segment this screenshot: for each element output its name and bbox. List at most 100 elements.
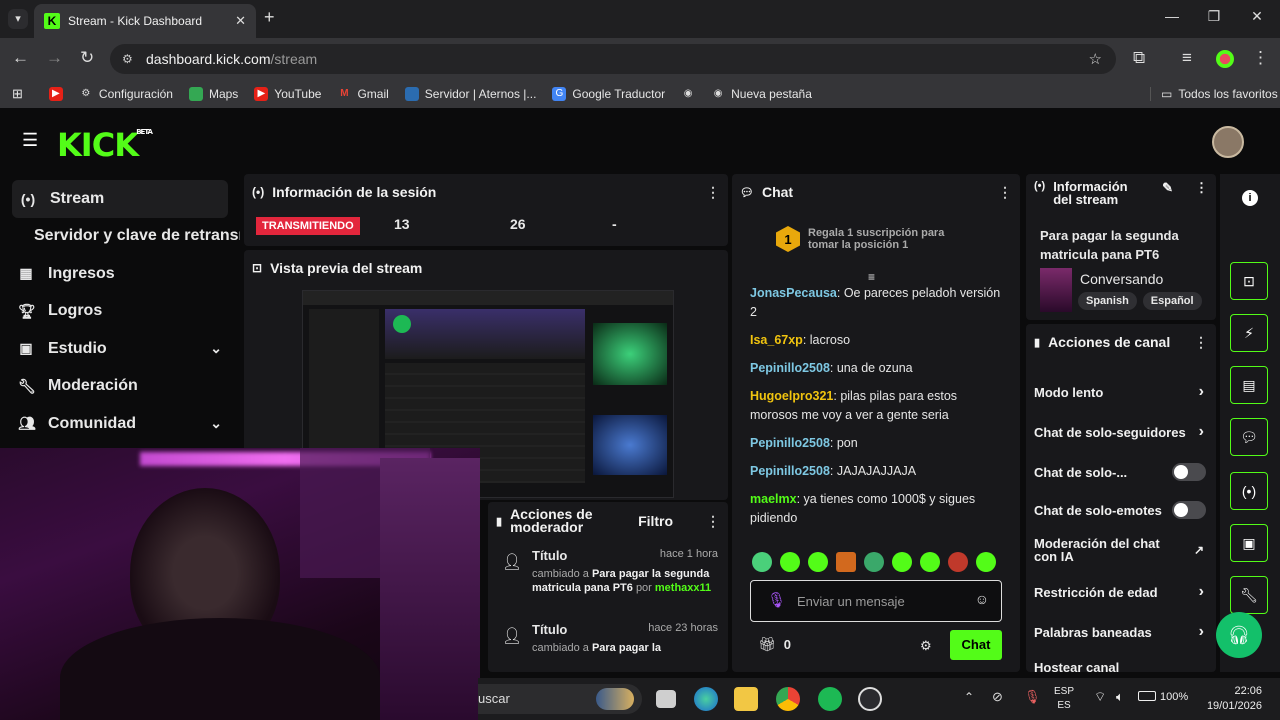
channel-action-banned-words[interactable]: Palabras baneadas › (1026, 612, 1216, 652)
forward-icon[interactable]: → (46, 48, 63, 68)
file-explorer-icon[interactable] (734, 687, 758, 711)
emote-icon[interactable] (808, 552, 828, 572)
channel-action-age-restriction[interactable]: Restricción de edad › (1026, 572, 1216, 612)
address-bar[interactable]: ⚙ dashboard.kick.com/stream ☆ (110, 44, 1116, 74)
emote-icon[interactable] (836, 552, 856, 572)
lightning-icon[interactable]: ⚡︎ (1230, 314, 1268, 352)
bookmark-globe[interactable]: ◉ (681, 87, 695, 101)
bookmark-aternos[interactable]: Servidor | Aternos |... (404, 87, 536, 101)
sidebar-item-logros[interactable]: 🏆︎ Logros (0, 293, 240, 331)
gift-sub-banner[interactable]: 1 Regala 1 suscripción para tomar la pos… (776, 226, 958, 252)
kebab-menu-icon[interactable]: ⋮ (1194, 334, 1208, 351)
support-headset-icon[interactable]: 🎧︎ (1216, 612, 1262, 658)
notes-icon[interactable]: ▤ (1230, 366, 1268, 404)
channel-action-slow-mode[interactable]: Modo lento › (1026, 372, 1216, 412)
hamburger-menu-icon[interactable]: ☰ (22, 130, 38, 151)
language-indicator[interactable]: ESP ES (1054, 685, 1074, 713)
kebab-menu-icon[interactable]: ⋮ (1195, 180, 1208, 196)
new-tab-button[interactable]: + (264, 7, 275, 28)
screenshot-icon[interactable]: ⊡ (1230, 262, 1268, 300)
chat-input[interactable]: 🎙︎ Enviar un mensaje ☺ (750, 580, 1002, 622)
microphone-icon[interactable]: 🎙︎ (767, 591, 786, 609)
emote-icon[interactable] (976, 552, 996, 572)
minimize-icon[interactable]: — (1157, 8, 1187, 24)
battery-icon[interactable] (1138, 691, 1156, 701)
obs-icon[interactable] (858, 687, 882, 711)
tag-pill[interactable]: Español (1142, 292, 1202, 310)
sidebar-item-stream[interactable]: (•) Stream (12, 180, 228, 218)
emote-icon[interactable] (948, 552, 968, 572)
task-view-icon[interactable] (656, 690, 676, 708)
tray-network-off-icon[interactable]: ⊘ (992, 689, 1003, 705)
all-favorites[interactable]: ▭ Todos los favoritos (1150, 87, 1278, 101)
site-info-icon[interactable]: ⚙ (122, 52, 133, 66)
gift-icon[interactable]: 🎁︎ (758, 636, 776, 653)
menu-dots-icon[interactable]: ⋮ (1252, 48, 1269, 68)
chrome-icon[interactable] (776, 687, 800, 711)
emote-icon[interactable] (892, 552, 912, 572)
bookmark-star-icon[interactable]: ☆ (1089, 50, 1102, 68)
kebab-menu-icon[interactable]: ⋮ (706, 184, 720, 201)
emote-icon[interactable] (864, 552, 884, 572)
browser-tab[interactable]: K Stream - Kick Dashboard ✕ (34, 4, 256, 38)
edit-pencil-icon[interactable]: ✎ (1162, 180, 1173, 196)
chat-send-button[interactable]: Chat (950, 630, 1002, 660)
edge-icon[interactable] (694, 687, 718, 711)
sidebar-item-ingresos[interactable]: ▦ Ingresos (0, 255, 240, 293)
tray-microphone-icon[interactable]: 🎙︎ (1024, 689, 1041, 705)
bookmark-maps[interactable]: Maps (188, 87, 238, 101)
tray-chevron-up-icon[interactable]: ⌃ (964, 690, 974, 704)
volume-icon[interactable]: 🔈︎ (1116, 689, 1124, 705)
bookmark-google-translate[interactable]: G Google Traductor (552, 87, 665, 101)
emotes-only-toggle[interactable] (1172, 501, 1206, 519)
close-tab-icon[interactable]: ✕ (235, 13, 246, 29)
user-avatar[interactable] (1212, 126, 1244, 158)
bookmark-gmail[interactable]: M Gmail (337, 87, 389, 101)
filter-button[interactable]: Filtro (638, 513, 673, 529)
broadcast-icon[interactable]: (•) (1230, 472, 1268, 510)
profile-icon[interactable] (1216, 50, 1234, 68)
sidebar-item-servidor[interactable]: Servidor y clave de retransm (0, 218, 240, 256)
emote-icon[interactable] (752, 552, 772, 572)
wifi-icon[interactable]: ⌔ (1094, 689, 1106, 705)
maximize-icon[interactable]: ❐ (1199, 8, 1229, 25)
chevron-right-icon: › (1198, 583, 1204, 600)
camera-icon[interactable]: ▣ (1230, 524, 1268, 562)
sidebar-item-estudio[interactable]: ▣ Estudio ⌄ (0, 330, 240, 368)
kebab-menu-icon[interactable]: ⋮ (998, 184, 1012, 201)
category-name[interactable]: Conversando (1080, 271, 1163, 287)
reload-icon[interactable]: ↻ (80, 48, 94, 68)
channel-action-followers-only[interactable]: Chat de solo-seguidores › (1026, 412, 1216, 452)
tab-search-button[interactable]: ▾ (8, 9, 28, 29)
kebab-menu-icon[interactable]: ⋮ (706, 513, 720, 530)
extensions-icon[interactable]: ⧉ (1133, 48, 1145, 68)
clock[interactable]: 22:06 19/01/2026 (1200, 684, 1262, 714)
close-window-icon[interactable]: ✕ (1242, 8, 1272, 25)
channel-action-ai-moderation[interactable]: Moderación del chat con IA ↗ (1026, 528, 1216, 572)
back-icon[interactable]: ← (12, 48, 29, 68)
bookmark-youtube[interactable]: ▶ YouTube (254, 87, 321, 101)
kick-logo[interactable]: KICK BETA (57, 126, 153, 164)
pin-chevron-icon[interactable]: ≡ (868, 270, 875, 284)
emote-icon[interactable] (780, 552, 800, 572)
bookmark-nueva-pestana[interactable]: ◉ Nueva pestaña (711, 87, 812, 101)
apps-grid-icon[interactable]: ⊞ (12, 86, 23, 102)
bookmark-youtube-red[interactable]: ▶ (48, 87, 63, 101)
wrench-icon[interactable]: 🔧︎ (1230, 576, 1268, 614)
mod-actions-title: Acciones de moderador (510, 506, 593, 535)
rank-badge-icon: 1 (776, 226, 800, 252)
media-icon[interactable]: ≡ (1182, 48, 1192, 68)
chat-settings-icon[interactable]: ⚙ (920, 638, 932, 654)
sidebar-item-comunidad[interactable]: 👥︎ Comunidad ⌄ (0, 405, 240, 443)
subs-only-toggle[interactable] (1172, 463, 1206, 481)
emoji-icon[interactable]: ☺ (975, 591, 989, 607)
info-icon[interactable]: i (1242, 190, 1258, 206)
tag-pill[interactable]: Spanish (1078, 292, 1137, 310)
sidebar-item-moderacion[interactable]: 🔧︎ Moderación (0, 368, 240, 406)
bookmark-configuracion[interactable]: ⚙ Configuración (79, 87, 173, 101)
chat-bubble-icon[interactable]: 💬︎ (1230, 418, 1268, 456)
spotify-icon[interactable] (818, 687, 842, 711)
taskbar-search[interactable]: uscar (478, 684, 642, 714)
channel-action-host[interactable]: Hostear canal (1026, 652, 1216, 673)
emote-icon[interactable] (920, 552, 940, 572)
